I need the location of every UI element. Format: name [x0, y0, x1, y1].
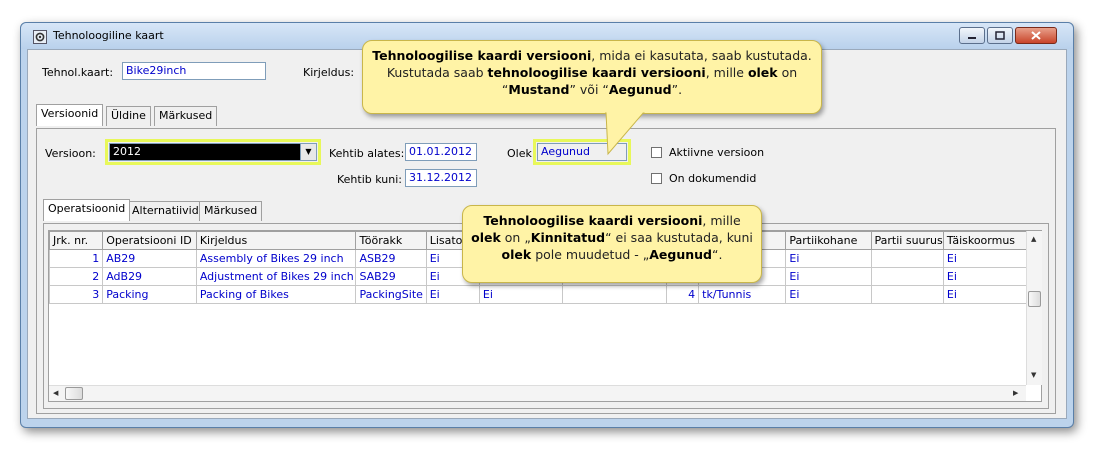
olek-label: Olek: [507, 147, 536, 160]
cell-partii-suurus [870, 249, 944, 268]
cell-kirjeldus: Packing of Bikes [195, 285, 357, 304]
close-icon [1031, 31, 1041, 40]
kehtib-alates-label: Kehtib alates: [329, 147, 405, 160]
grid-vertical-scrollbar[interactable]: ▲ ▼ [1026, 231, 1042, 385]
callout-bottom-bold-4: olek [501, 247, 532, 262]
col-partiikohane[interactable]: Partiikohane [785, 231, 872, 250]
cell-num: 4 [666, 285, 700, 304]
callout-bottom-bold-3: Kinnitatud [530, 230, 606, 245]
inner-tab-bar: Operatsioonid Alternatiivid Märkused [43, 199, 303, 221]
callout-top-bold-1: Tehnoloogilise kaardi versiooni [372, 48, 592, 63]
minimize-button[interactable] [959, 27, 985, 44]
cell-partii-suurus [870, 285, 944, 304]
maximize-icon [995, 31, 1005, 40]
callout-top-text-2: , mille [705, 65, 748, 80]
cell-partii-suurus [870, 267, 944, 286]
tab-alternatiivid[interactable]: Alternatiivid [127, 201, 204, 221]
callout-top-bold-2: tehnoloogilise kaardi versiooni [487, 65, 706, 80]
cell-op-id: Packing [102, 285, 197, 304]
scroll-down-icon[interactable]: ▼ [1031, 371, 1036, 379]
app-gear-icon [33, 30, 47, 44]
window-title: Tehnoloogiline kaart [53, 29, 164, 42]
callout-top-pointer [605, 112, 645, 156]
cell-op-id: AB29 [102, 249, 197, 268]
kehtib-kuni-label: Kehtib kuni: [337, 173, 402, 186]
callout-top-text-5: ”. [671, 82, 683, 97]
kehtib-kuni-field[interactable]: 31.12.2012 [405, 169, 477, 187]
versioon-select[interactable]: 2012 ▼ [105, 139, 321, 165]
col-taiskoormus[interactable]: Täiskoormus [942, 231, 1028, 250]
cell-kirjeldus: Assembly of Bikes 29 inch [195, 249, 357, 268]
tab-versioonid[interactable]: Versioonid [36, 104, 104, 126]
cell-jrk: 3 [48, 285, 104, 304]
cell-toorakk: ASB29 [355, 249, 427, 268]
tab-uldine[interactable]: Üldine [106, 106, 151, 126]
callout-bottom-text-3: “ ei saa kustutada, kuni [605, 230, 753, 245]
horizontal-scroll-thumb[interactable] [65, 387, 83, 400]
tehnol-kaart-label: Tehnol.kaart: [42, 66, 114, 79]
cell-toorakk: SAB29 [355, 267, 427, 286]
callout-top-bold-5: Aegunud [608, 82, 672, 97]
col-jrk-nr[interactable]: Jrk. nr. [48, 231, 104, 250]
cell-uhik: tk/Tunnis [698, 285, 787, 304]
cell-kirjeldus: Adjustment of Bikes 29 inch [195, 267, 357, 286]
vertical-scroll-thumb[interactable] [1028, 291, 1041, 307]
cell-taiskoormus: Ei [942, 267, 1028, 286]
cell-taiskoormus: Ei [942, 285, 1028, 304]
table-row[interactable]: 3 Packing Packing of Bikes PackingSite E… [48, 285, 1028, 304]
tab-inner-markused[interactable]: Märkused [199, 201, 263, 221]
callout-delete-info: Tehnoloogilise kaardi versiooni, mida ei… [362, 40, 822, 114]
chevron-down-icon[interactable]: ▼ [300, 144, 316, 160]
col-kirjeldus[interactable]: Kirjeldus [195, 231, 357, 250]
versioon-value: 2012 [113, 145, 141, 158]
cell-taiskoormus: Ei [942, 249, 1028, 268]
grid-horizontal-scrollbar[interactable]: ◀ ▶ [49, 385, 1026, 401]
tehnol-kaart-field[interactable]: Bike29inch [122, 62, 266, 80]
outer-tab-bar: Versioonid Üldine Märkused [36, 104, 336, 126]
scroll-right-icon[interactable]: ▶ [1013, 389, 1018, 397]
callout-bottom-text-2: on „ [500, 230, 531, 245]
cell-lisato: Ei [425, 285, 480, 304]
scroll-up-icon[interactable]: ▲ [1031, 235, 1036, 243]
callout-bottom-bold-1: Tehnoloogilise kaardi versiooni [483, 213, 703, 228]
minimize-icon [968, 37, 976, 39]
cell-partiikohane: Ei [785, 267, 872, 286]
callout-bottom-text-5: “. [712, 247, 723, 262]
cell-toorakk: PackingSite [355, 285, 427, 304]
scroll-left-icon[interactable]: ◀ [53, 389, 58, 397]
cell-jrk: 2 [48, 267, 104, 286]
col-toorakk[interactable]: Töörakk [355, 231, 427, 250]
kehtib-alates-field[interactable]: 01.01.2012 [405, 143, 477, 161]
col-partii-suurus[interactable]: Partii suurus [870, 231, 944, 250]
cell-op-id: AdB29 [102, 267, 197, 286]
callout-bottom-text-1: , mille [702, 213, 741, 228]
on-dokumendid-checkbox[interactable] [651, 173, 662, 184]
aktiivne-versioon-checkbox[interactable] [651, 147, 662, 158]
cell-c7 [561, 285, 668, 304]
callout-top-bold-3: olek [747, 65, 778, 80]
callout-bottom-bold-2: olek [471, 230, 501, 245]
cell-partiikohane: Ei [785, 249, 872, 268]
aktiivne-versioon-label: Aktiivne versioon [669, 146, 765, 159]
tab-operatsioonid[interactable]: Operatsioonid [43, 199, 131, 221]
cell-partiikohane: Ei [785, 285, 872, 304]
cell-jrk: 1 [48, 249, 104, 268]
close-button[interactable] [1015, 27, 1057, 44]
tab-markused[interactable]: Märkused [154, 106, 218, 126]
callout-bottom-bold-5: Aegunud [649, 247, 712, 262]
col-operatsiooni-id[interactable]: Operatsiooni ID [102, 231, 197, 250]
versioon-label: Versioon: [45, 147, 96, 160]
maximize-button[interactable] [987, 27, 1013, 44]
callout-top-text-4: ” või “ [569, 82, 609, 97]
cell-c6: Ei [478, 285, 563, 304]
on-dokumendid-label: On dokumendid [669, 172, 757, 185]
callout-top-bold-4: Mustand [508, 82, 570, 97]
callout-kinnitatud-info: Tehnoloogilise kaardi versiooni, mille o… [462, 205, 762, 283]
callout-bottom-text-4: pole muudetud - „ [531, 247, 650, 262]
kirjeldus-label: Kirjeldus: [303, 66, 355, 79]
